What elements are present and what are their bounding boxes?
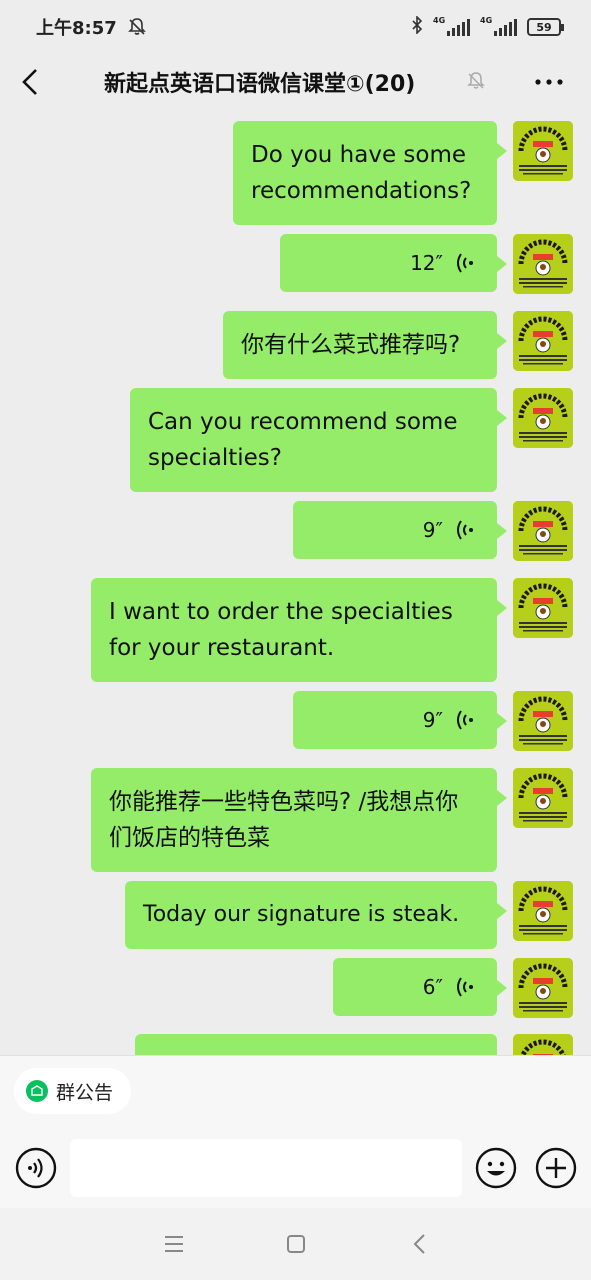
voice-duration: 9″ [422,518,443,542]
message-row: 12″ [280,234,573,294]
message-row: I want to order the specialties for your… [91,578,573,682]
text-bubble[interactable]: Can you recommend some specialties? [130,388,507,492]
message-line: 你有什么菜式推荐吗? [241,332,461,358]
avatar[interactable] [513,388,573,448]
network-label-2: 4G [480,16,493,25]
message-row: 9″ [293,691,573,751]
avatar[interactable] [513,311,573,371]
message-line: 你能推荐一些特色菜吗? /我想点你 [109,789,459,815]
voice-bubble[interactable]: 6″ [333,958,507,1016]
back-arrow-icon[interactable] [18,64,44,100]
voice-duration: 6″ [422,975,443,999]
text-bubble[interactable]: Do you have some recommendations? [233,121,507,225]
message-line: for your restaurant. [109,635,335,661]
system-nav-bar [0,1208,591,1280]
message-row: 你能推荐一些特色菜吗? /我想点你 们饭店的特色菜 [91,768,573,872]
message-line: specialties? [148,445,283,471]
message-row: 你有什么菜式推荐吗? [223,311,573,379]
voice-wave-icon [457,520,473,540]
voice-wave-icon [457,253,473,273]
chat-title: 新起点英语口语微信课堂①(20) [104,72,416,97]
message-line: I want to order the specialties [109,599,453,625]
emoji-icon[interactable] [475,1147,517,1189]
voice-bubble[interactable]: 9″ [293,501,507,559]
home-icon[interactable] [284,1232,308,1256]
message-line: Can you recommend some [148,409,458,435]
text-bubble-partial[interactable] [135,1034,497,1055]
text-bubble[interactable]: Today our signature is steak. [125,881,507,949]
message-row: Do you have some recommendations? [233,121,573,225]
network-label: 4G [433,16,446,25]
message-row: Today our signature is steak. [125,881,573,949]
signal-icon: 4G [433,16,470,36]
avatar[interactable] [513,121,573,181]
notice-icon [26,1080,48,1102]
text-bubble[interactable]: I want to order the specialties for your… [91,578,507,682]
notice-label: 群公告 [56,1081,114,1104]
bottom-panel: 群公告 [0,1055,591,1208]
silent-bell-icon [127,18,146,35]
voice-duration: 12″ [410,251,443,275]
voice-input-icon[interactable] [15,1147,57,1189]
message-row: 9″ [293,501,573,561]
bluetooth-icon [411,15,423,38]
status-time: 上午8:57 [36,18,117,39]
message-line: Today our signature is steak. [143,902,460,927]
avatar[interactable] [513,501,573,561]
avatar[interactable] [513,881,573,941]
input-row [0,1136,591,1200]
status-left: 上午8:57 [36,14,147,40]
status-bar: 上午8:57 4G 4G 59 [0,0,591,54]
text-bubble[interactable]: 你能推荐一些特色菜吗? /我想点你 们饭店的特色菜 [91,768,507,872]
voice-wave-icon [457,977,473,997]
battery-icon: 59 [527,18,564,36]
add-icon[interactable] [535,1147,577,1189]
menu-icon[interactable] [162,1232,186,1256]
avatar[interactable] [513,958,573,1018]
text-bubble[interactable]: 你有什么菜式推荐吗? [223,311,507,379]
avatar[interactable] [513,234,573,294]
message-row-partial [135,1034,573,1055]
avatar[interactable] [513,691,573,751]
more-options-icon[interactable] [532,68,566,96]
muted-bell-icon [467,72,485,89]
avatar[interactable] [513,768,573,828]
avatar[interactable] [513,578,573,638]
chat-area[interactable]: Do you have some recommendations? 12″ 你有… [0,110,591,1055]
voice-duration: 9″ [422,708,443,732]
message-line: 们饭店的特色菜 [109,825,270,851]
system-back-icon[interactable] [408,1232,432,1256]
voice-wave-icon [457,710,473,730]
avatar[interactable] [513,1034,573,1055]
voice-bubble[interactable]: 9″ [293,691,507,749]
status-right: 4G 4G 59 [411,15,564,38]
nav-bar: 新起点英语口语微信课堂①(20) [0,54,591,110]
message-row: 6″ [333,958,573,1018]
group-notice-button[interactable]: 群公告 [14,1068,132,1114]
message-line: Do you have some [251,142,467,168]
voice-bubble[interactable]: 12″ [280,234,507,292]
signal-icon-2: 4G [480,16,517,36]
message-line: recommendations? [251,178,472,204]
battery-level: 59 [536,20,552,34]
message-input[interactable] [70,1139,462,1197]
message-row: Can you recommend some specialties? [130,388,573,492]
